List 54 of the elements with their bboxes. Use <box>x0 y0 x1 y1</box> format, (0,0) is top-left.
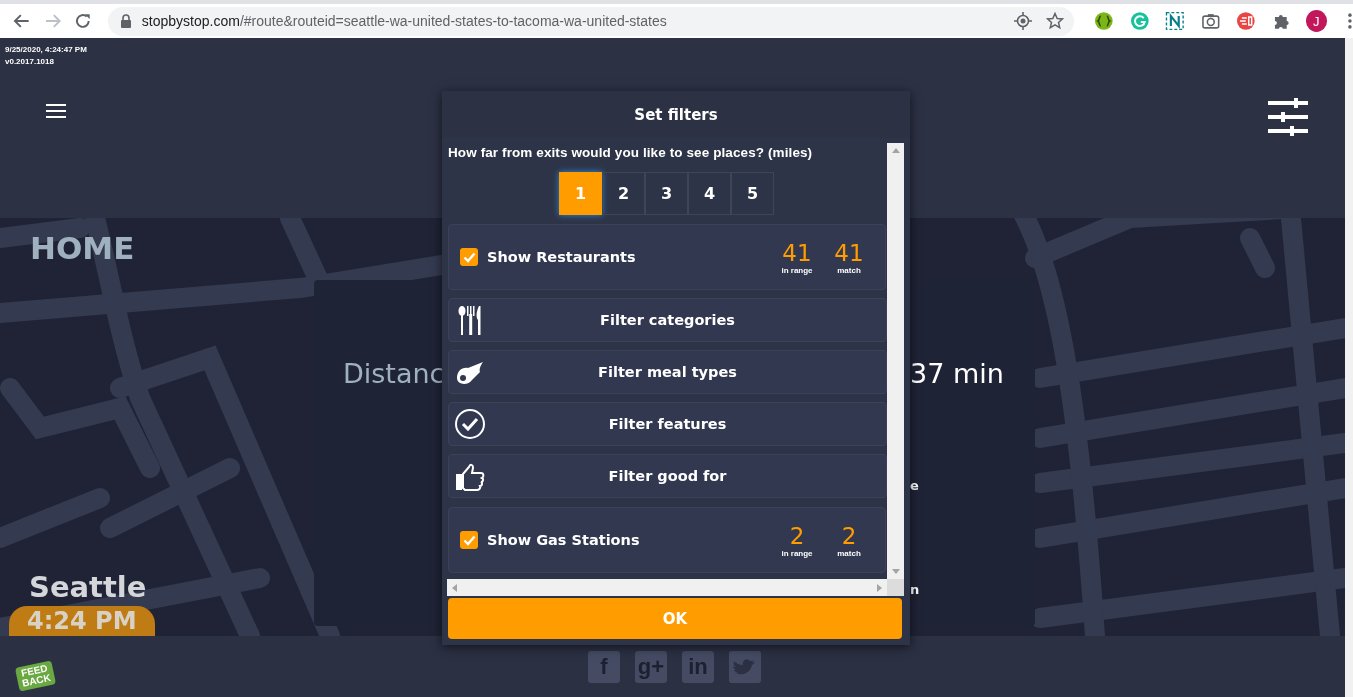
horizontal-scrollbar[interactable] <box>447 579 887 596</box>
timestamp-text: 9/25/2020, 4:24:47 PM <box>5 44 88 56</box>
distance-question: How far from exits would you like to see places? (miles) <box>448 145 814 160</box>
profile-avatar[interactable]: J <box>1305 10 1328 32</box>
scroll-up-icon[interactable] <box>891 147 900 155</box>
in-range-count: 2 <box>789 522 805 549</box>
text-fragment: e <box>910 478 920 495</box>
filter-row[interactable]: Filter categories <box>448 298 887 342</box>
address-bar[interactable]: stopbystop.com/#route&routeid=seattle-wa-united-states-to-tacoma-wa-united-states <box>107 6 1074 36</box>
in-range-count: 41 <box>782 239 812 266</box>
reload-icon[interactable] <box>73 11 93 31</box>
checkbox[interactable] <box>460 248 478 266</box>
page-heading: HOME <box>30 230 136 268</box>
distance-text: Distanc <box>343 358 445 391</box>
distance-option[interactable]: 5 <box>731 172 774 215</box>
menu-icon[interactable] <box>46 103 66 119</box>
count-label: in range <box>781 548 813 558</box>
departure-time: 4:24 PM <box>9 606 155 636</box>
scroll-down-icon[interactable] <box>891 567 900 575</box>
dialog-title: Set filters <box>442 91 910 138</box>
text-fragment: n <box>910 582 921 599</box>
scroll-right-icon[interactable] <box>875 583 883 592</box>
distance-option[interactable]: 4 <box>688 172 731 215</box>
count-label: in range <box>781 265 813 275</box>
checkbox[interactable] <box>460 531 478 549</box>
distance-option[interactable]: 2 <box>602 172 645 215</box>
extension-icon[interactable] <box>1093 11 1114 31</box>
vertical-scrollbar[interactable] <box>887 143 904 579</box>
check-circle-icon <box>454 408 486 440</box>
dashed-box-icon[interactable] <box>1165 11 1185 31</box>
lock-icon <box>119 14 132 28</box>
filter-row[interactable]: Filter good for <box>448 454 887 498</box>
duration-text: 37 min <box>910 358 1005 391</box>
toggle-label: Show Gas Stations <box>487 532 641 548</box>
location-target-icon[interactable] <box>1013 12 1032 30</box>
scrollbar-corner <box>887 579 904 596</box>
url-text: stopbystop.com/#route&routeid=seattle-wa-united-states-to-tacoma-wa-united-states <box>141 13 668 29</box>
filter-row[interactable]: Filter meal types <box>448 350 887 394</box>
filter-row[interactable]: Filter features <box>448 402 887 446</box>
camera-icon[interactable] <box>1200 11 1221 31</box>
filter-sliders-icon[interactable] <box>1268 98 1308 136</box>
city-name: Seattle <box>29 570 148 604</box>
scroll-left-icon[interactable] <box>451 583 459 592</box>
match-count: 2 <box>841 522 857 549</box>
distance-option[interactable]: 3 <box>645 172 688 215</box>
star-icon[interactable] <box>1045 12 1064 30</box>
grammar-extension-icon[interactable] <box>1129 11 1150 31</box>
toggle-label: Show Restaurants <box>487 249 637 265</box>
version-text: v0.2017.1018 <box>5 56 55 68</box>
count-label: match <box>837 265 861 275</box>
count-label: match <box>837 548 861 558</box>
page-scrollbar[interactable] <box>1345 38 1353 697</box>
match-count: 41 <box>834 239 864 266</box>
more-menu-icon[interactable] <box>1347 11 1353 31</box>
